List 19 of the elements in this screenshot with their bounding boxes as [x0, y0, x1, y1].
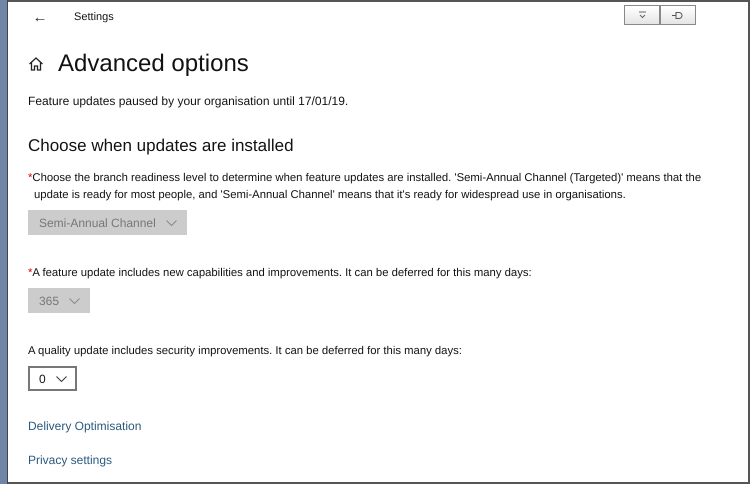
page-title: Advanced options: [58, 50, 249, 78]
chevron-down-icon: [56, 376, 67, 382]
setting-description: A quality update includes security improvements. It can be deferred for this many days:: [28, 344, 463, 360]
dropdown[interactable]: 0: [28, 366, 77, 392]
back-button[interactable]: ←: [22, 10, 58, 24]
chevron-down-icon: [69, 298, 80, 304]
setting-description: *Choose the branch readiness level to determine when feature updates are installed. 'Semi-Annual Channel (Targeted)' means that the update is ready for most people, and 'Semi-Annual Channel' means that it's ready for widespread use in organisations.: [28, 171, 702, 204]
section-heading: Choose when updates are installed: [28, 136, 295, 156]
settings-link[interactable]: Privacy settings: [28, 451, 112, 470]
collapse-button[interactable]: [624, 5, 660, 25]
window-title: Settings: [74, 10, 114, 25]
chevron-down-icon: [166, 220, 177, 226]
setting-description: *A feature update includes new capabilities and improvements. It can be deferred for this many days:: [28, 266, 533, 282]
settings-link[interactable]: Delivery Optimisation: [28, 417, 142, 436]
plug-icon: [671, 10, 685, 20]
pause-notice: Feature updates paused by your organisation until 17/01/19.: [28, 93, 350, 110]
plug-button[interactable]: [660, 5, 696, 25]
home-icon[interactable]: [28, 56, 44, 72]
chevron-down-icon: [638, 10, 646, 20]
